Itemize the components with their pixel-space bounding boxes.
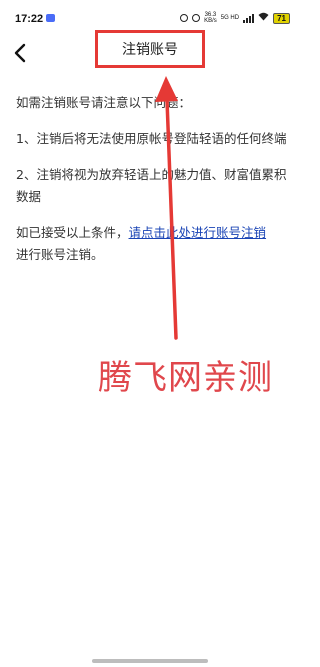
navigation-bar: 注销账号 — [0, 30, 300, 74]
back-arrow-icon[interactable] — [8, 40, 34, 66]
confirm-suffix: 进行账号注销。 — [16, 247, 104, 262]
network-type: 5G HD — [220, 15, 240, 21]
notice-item-2: 2、注销将视为放弃轻语上的魅力值、财富值累积数据 — [16, 167, 287, 204]
status-time: 17:22 — [15, 13, 44, 25]
network-speed-unit: KB/s — [204, 18, 217, 24]
alarm-icon — [180, 14, 189, 22]
wifi-icon — [258, 12, 269, 24]
intro-text: 如需注销账号请注意以下问题： — [16, 95, 192, 110]
watermark-text: 腾飞网亲测 — [98, 358, 273, 398]
title-highlight-box: 注销账号 — [95, 30, 205, 68]
notice-item-1: 1、注销后将无法使用原帐号登陆轻语的任何终端 — [16, 131, 287, 146]
home-indicator[interactable] — [92, 659, 208, 663]
battery-indicator: 71 — [273, 12, 290, 24]
mute-icon — [192, 14, 201, 22]
app-notification-icon — [46, 14, 55, 22]
page-title: 注销账号 — [122, 42, 178, 58]
status-icons: 36.3 KB/s 5G HD 71 — [180, 11, 290, 25]
cancel-account-link[interactable]: 请点击此处进行账号注销 — [129, 225, 267, 240]
confirm-prefix: 如已接受以上条件， — [16, 225, 129, 240]
signal-icon — [243, 13, 255, 23]
content: 如需注销账号请注意以下问题： 1、注销后将无法使用原帐号登陆轻语的任何终端 2、… — [16, 92, 288, 280]
confirm-paragraph: 如已接受以上条件，请点击此处进行账号注销 进行账号注销。 — [16, 222, 288, 266]
network-speed: 36.3 KB/s — [204, 12, 217, 24]
